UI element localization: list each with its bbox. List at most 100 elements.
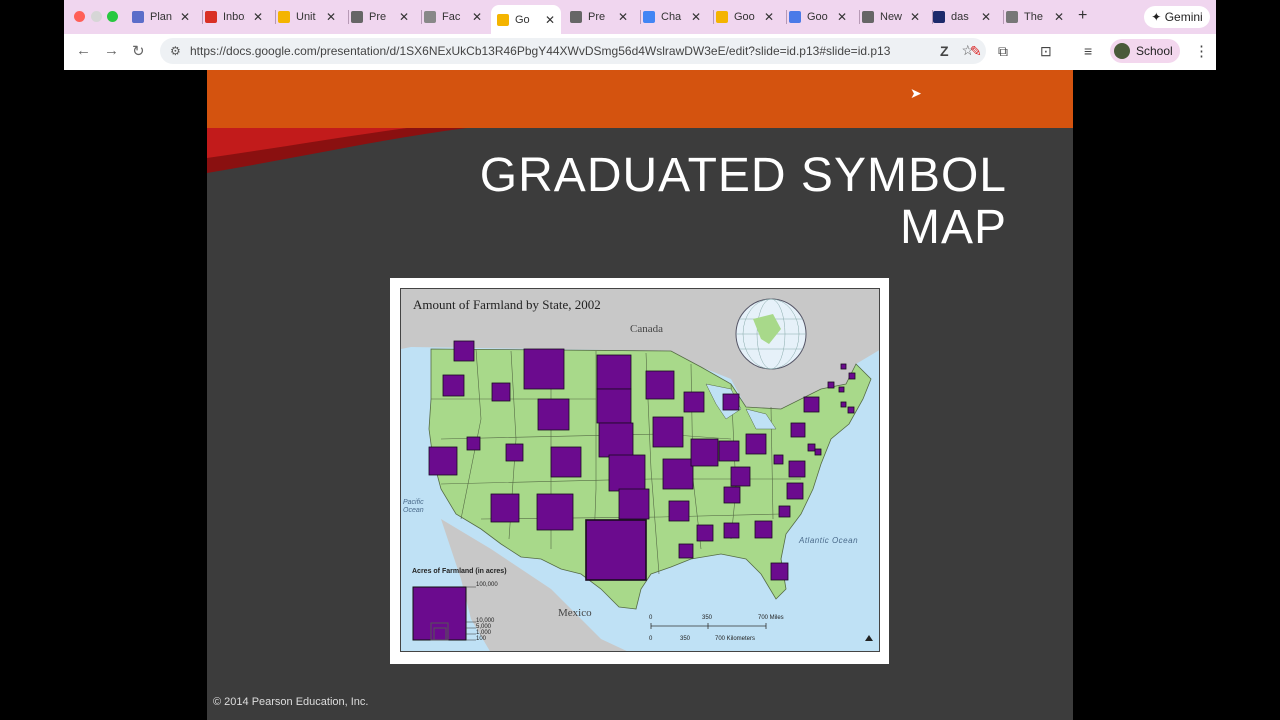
scale-miles-350: 350 (702, 615, 713, 621)
browser-tab[interactable]: Inbox ✕ (205, 6, 263, 28)
tab-favicon-icon (351, 11, 363, 23)
tab-separator (202, 10, 203, 24)
legend-value-5: 100 (476, 636, 487, 642)
minimize-window-button[interactable] (91, 11, 102, 22)
browser-tab[interactable]: Pre ✕ (351, 6, 409, 28)
tab-close-icon[interactable]: ✕ (399, 10, 409, 24)
tab-close-icon[interactable]: ✕ (618, 10, 628, 24)
profile-label: School (1136, 44, 1173, 58)
gemini-button[interactable]: ✦ Gemini (1144, 6, 1210, 28)
search-tab-icon[interactable]: ⊡ (1040, 43, 1052, 60)
kebab-menu-icon[interactable]: ⋮ (1194, 42, 1209, 60)
slide-header-banner (207, 70, 1073, 128)
browser-tab[interactable]: Cha ✕ (643, 6, 701, 28)
tab-favicon-icon (570, 11, 582, 23)
tab-label: das (951, 11, 969, 23)
pen-extension-icon[interactable]: ✎ (970, 43, 982, 60)
browser-tab[interactable]: The ✕ (1006, 6, 1064, 28)
atlantic-ocean-label: Atlantic Ocean (799, 536, 859, 545)
browser-tab[interactable]: New ✕ (862, 6, 920, 28)
tab-separator (421, 10, 422, 24)
mouse-pointer-icon: ➤ (910, 85, 922, 101)
canada-label: Canada (630, 323, 663, 335)
tab-label: Pre (369, 11, 387, 23)
slide-title: GRADUATED SYMBOL MAP (447, 150, 1007, 254)
tab-label: Fac (442, 11, 461, 23)
tab-close-icon[interactable]: ✕ (764, 10, 774, 24)
forward-icon[interactable]: → (104, 42, 119, 59)
tab-label: Plan (150, 11, 172, 23)
slide-title-line-2: MAP (899, 201, 1007, 254)
profile-button[interactable]: School (1110, 39, 1180, 63)
extensions-puzzle-icon[interactable]: ⧉ (998, 43, 1008, 60)
tab-close-icon[interactable]: ✕ (326, 10, 336, 24)
legend-title: Acres of Farmland (in acres) (412, 568, 507, 575)
maximize-window-button[interactable] (107, 11, 118, 22)
tab-close-icon[interactable]: ✕ (1054, 10, 1064, 24)
scale-km-350: 350 (680, 636, 691, 642)
browser-tab[interactable]: Goo ✕ (716, 6, 774, 28)
scale-km-0: 0 (649, 636, 653, 642)
tab-label: Cha (661, 11, 682, 23)
tab-close-icon[interactable]: ✕ (910, 10, 920, 24)
tab-favicon-icon (497, 13, 509, 26)
browser-tab[interactable]: Unit ✕ (278, 6, 336, 28)
tab-label: Inbox (223, 11, 245, 23)
map-title: Amount of Farmland by State, 2002 (413, 297, 601, 312)
browser-tab[interactable]: Go ✕ (491, 5, 562, 34)
tab-label: Go (515, 13, 530, 26)
tab-label: Pre (588, 11, 606, 23)
decorative-swoosh (207, 128, 467, 173)
tab-close-icon[interactable]: ✕ (253, 10, 263, 24)
copyright-text: © 2014 Pearson Education, Inc. (213, 696, 369, 708)
tab-favicon-icon (933, 11, 945, 23)
tab-close-icon[interactable]: ✕ (691, 10, 701, 24)
map-image-frame: Amount of Farmland by State, 2002 Canada… (390, 278, 889, 664)
pacific-ocean-label: Pacific Ocean (403, 499, 424, 514)
tab-separator (713, 10, 714, 24)
tab-favicon-icon (643, 11, 655, 23)
farmland-map: Amount of Farmland by State, 2002 Canada… (400, 288, 880, 652)
browser-tab[interactable]: Fac ✕ (424, 6, 482, 28)
tab-favicon-icon (424, 11, 436, 23)
legend-value-1: 100,000 (476, 582, 498, 588)
sparkle-icon: ✦ (1151, 10, 1165, 24)
browser-tab[interactable]: Pre ✕ (570, 6, 628, 28)
zotero-extension-icon[interactable]: Z (940, 43, 949, 59)
tab-separator (275, 10, 276, 24)
tab-label: The (1024, 11, 1043, 23)
tab-close-icon[interactable]: ✕ (981, 10, 991, 24)
reload-icon[interactable]: ↻ (132, 42, 145, 60)
tab-strip: Plan✕Inbox✕Unit✕Pre✕Fac✕Go✕Pre✕Cha✕Goo✕G… (64, 0, 1216, 34)
tab-favicon-icon (862, 11, 874, 23)
back-icon[interactable]: ← (76, 42, 91, 59)
tab-label: Goo (807, 11, 828, 23)
scale-miles-700: 700 Miles (758, 615, 784, 621)
scale-km-700: 700 Kilometers (715, 636, 756, 642)
browser-tab[interactable]: Plan ✕ (132, 6, 190, 28)
tab-close-icon[interactable]: ✕ (180, 10, 190, 24)
browser-tab[interactable]: das ✕ (933, 6, 991, 28)
browser-toolbar: ← → ↻ ⚙ https://docs.google.com/presenta… (64, 34, 1216, 70)
tab-label: Unit (296, 11, 316, 23)
browser-tab[interactable]: Goo ✕ (789, 6, 847, 28)
tab-favicon-icon (205, 11, 217, 23)
url-text: https://docs.google.com/presentation/d/1… (190, 44, 891, 58)
tab-separator (348, 10, 349, 24)
tab-favicon-icon (789, 11, 801, 23)
tab-label: Goo (734, 11, 755, 23)
tab-close-icon[interactable]: ✕ (472, 10, 482, 24)
map-graphic (401, 289, 879, 651)
tab-close-icon[interactable]: ✕ (545, 13, 555, 27)
browser-window: Plan✕Inbox✕Unit✕Pre✕Fac✕Go✕Pre✕Cha✕Goo✕G… (64, 0, 1216, 70)
tab-favicon-icon (132, 11, 144, 23)
new-tab-button[interactable]: + (1078, 7, 1087, 25)
tab-separator (1003, 10, 1004, 24)
presentation-slide: GRADUATED SYMBOL MAP Amount of Farmland … (207, 70, 1073, 720)
media-controls-icon[interactable]: ≡ (1084, 43, 1092, 59)
address-bar[interactable]: ⚙ https://docs.google.com/presentation/d… (160, 38, 986, 64)
tab-close-icon[interactable]: ✕ (837, 10, 847, 24)
close-window-button[interactable] (74, 11, 85, 22)
tab-favicon-icon (716, 11, 728, 23)
site-info-icon[interactable]: ⚙ (170, 44, 181, 58)
